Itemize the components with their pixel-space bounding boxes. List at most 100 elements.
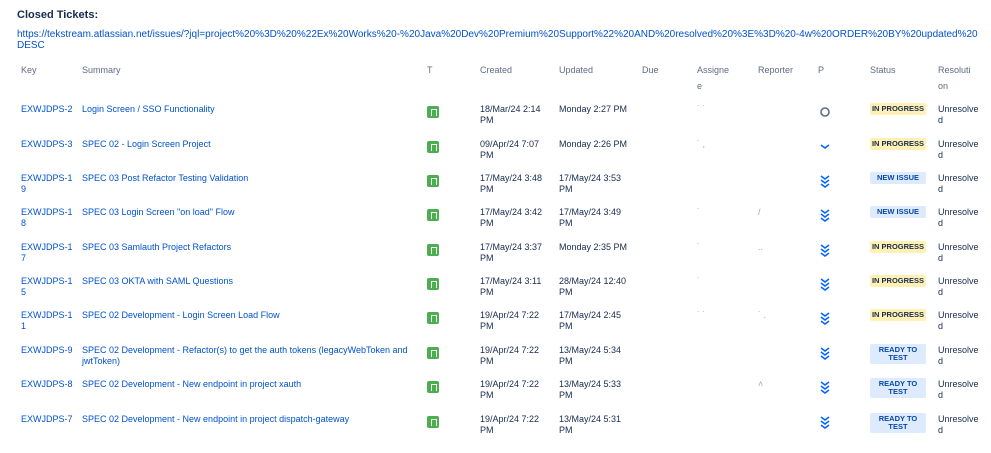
created-date: 17/May/24 3:37 PM: [480, 242, 543, 263]
status-badge: READY TO TEST: [870, 344, 926, 364]
jql-link[interactable]: https://tekstream.atlassian.net/issues/?…: [17, 29, 982, 51]
updated-date: 13/May/24 5:33 PM: [559, 379, 622, 400]
issue-key-link[interactable]: EXWJDPS-8: [21, 379, 76, 390]
assignee: ˙ ,: [697, 139, 705, 149]
issue-key-link[interactable]: EXWJDPS-17: [21, 242, 76, 264]
issue-summary-link[interactable]: SPEC 02 Development - New endpoint in pr…: [82, 414, 417, 425]
story-icon: [427, 244, 439, 256]
status-badge: NEW ISSUE: [870, 172, 926, 184]
story-icon: [427, 175, 439, 187]
priority-lowest-icon: [818, 174, 832, 188]
issue-key-link[interactable]: EXWJDPS-7: [21, 414, 76, 425]
reporter: ˄: [758, 379, 764, 389]
status-badge: IN PROGRESS: [870, 309, 926, 321]
col-status[interactable]: Status: [870, 62, 896, 78]
updated-date: Monday 2:26 PM: [559, 139, 628, 149]
table-row[interactable]: EXWJDPS-9 SPEC 02 Development - Refactor…: [0, 343, 991, 377]
status-badge: READY TO TEST: [870, 413, 926, 433]
status-badge: IN PROGRESS: [870, 103, 926, 115]
story-icon: [427, 209, 439, 221]
updated-date: 17/May/24 3:49 PM: [559, 207, 622, 228]
created-date: 19/Apr/24 7:22 PM: [480, 310, 540, 331]
assignee: ˙: [697, 276, 700, 286]
priority-lowest-icon: [818, 380, 832, 394]
issue-summary-link[interactable]: SPEC 02 Development - Login Screen Load …: [82, 310, 417, 321]
table-row[interactable]: EXWJDPS-19 SPEC 03 Post Refactor Testing…: [0, 171, 991, 205]
created-date: 19/Apr/24 7:22 PM: [480, 379, 540, 400]
assignee: ˙ ˙: [697, 104, 706, 114]
status-badge: READY TO TEST: [870, 378, 926, 398]
assignee: ˙: [697, 242, 700, 252]
issue-summary-link[interactable]: SPEC 03 Post Refactor Testing Validation: [82, 173, 417, 184]
resolution: Unresolved: [938, 173, 979, 194]
updated-date: Monday 2:35 PM: [559, 242, 628, 252]
issue-summary-link[interactable]: SPEC 03 OKTA with SAML Questions: [82, 276, 417, 287]
col-reporter[interactable]: Reporter: [758, 62, 794, 78]
issue-key-link[interactable]: EXWJDPS-19: [21, 173, 76, 195]
created-date: 17/May/24 3:42 PM: [480, 207, 543, 228]
table-row[interactable]: EXWJDPS-18 SPEC 03 Login Screen "on load…: [0, 205, 991, 239]
priority-medium-icon: [818, 105, 832, 119]
table-row[interactable]: EXWJDPS-11 SPEC 02 Development - Login S…: [0, 308, 991, 342]
issue-key-link[interactable]: EXWJDPS-15: [21, 276, 76, 298]
resolution: Unresolved: [938, 345, 979, 366]
resolution: Unresolved: [938, 242, 979, 263]
issue-summary-link[interactable]: SPEC 03 Login Screen "on load" Flow: [82, 207, 417, 218]
resolution: Unresolved: [938, 414, 979, 435]
issue-key-link[interactable]: EXWJDPS-11: [21, 310, 76, 332]
story-icon: [427, 416, 439, 428]
updated-date: 17/May/24 3:53 PM: [559, 173, 622, 194]
col-key[interactable]: Key: [21, 62, 37, 78]
col-priority[interactable]: P: [818, 62, 824, 78]
story-icon: [427, 347, 439, 359]
table-row[interactable]: EXWJDPS-7 SPEC 02 Development - New endp…: [0, 412, 991, 446]
reporter: ..: [758, 242, 764, 252]
updated-date: 13/May/24 5:34 PM: [559, 345, 622, 366]
created-date: 17/May/24 3:48 PM: [480, 173, 543, 194]
priority-lowest-icon: [818, 415, 832, 429]
priority-lowest-icon: [818, 311, 832, 325]
priority-low-icon: [818, 140, 832, 154]
reporter: /: [758, 207, 761, 217]
issue-summary-link[interactable]: SPEC 03 Samlauth Project Refactors: [82, 242, 417, 253]
table-row[interactable]: EXWJDPS-8 SPEC 02 Development - New endp…: [0, 377, 991, 411]
table-row[interactable]: EXWJDPS-3 SPEC 02 - Login Screen Project…: [0, 137, 991, 171]
created-date: 19/Apr/24 7:22 PM: [480, 414, 540, 435]
updated-date: Monday 2:27 PM: [559, 104, 628, 114]
status-badge: IN PROGRESS: [870, 138, 926, 150]
resolution: Unresolved: [938, 207, 979, 228]
col-created[interactable]: Created: [480, 62, 512, 78]
updated-date: 17/May/24 2:45 PM: [559, 310, 622, 331]
col-assignee[interactable]: Assignee: [697, 62, 733, 94]
col-type[interactable]: T: [427, 62, 433, 78]
table-row[interactable]: EXWJDPS-15 SPEC 03 OKTA with SAML Questi…: [0, 274, 991, 308]
status-badge: IN PROGRESS: [870, 241, 926, 253]
updated-date: 13/May/24 5:31 PM: [559, 414, 622, 435]
issue-summary-link[interactable]: SPEC 02 Development - Refactor(s) to get…: [82, 345, 417, 367]
status-badge: NEW ISSUE: [870, 206, 926, 218]
issue-summary-link[interactable]: Login Screen / SSO Functionality: [82, 104, 417, 115]
col-resolution[interactable]: Resolution: [938, 62, 972, 94]
issue-key-link[interactable]: EXWJDPS-3: [21, 139, 76, 150]
priority-lowest-icon: [818, 346, 832, 360]
table-row[interactable]: EXWJDPS-17 SPEC 03 Samlauth Project Refa…: [0, 240, 991, 274]
issue-summary-link[interactable]: SPEC 02 - Login Screen Project: [82, 139, 417, 150]
story-icon: [427, 106, 439, 118]
priority-lowest-icon: [818, 277, 832, 291]
updated-date: 28/May/24 12:40 PM: [559, 276, 627, 297]
col-updated[interactable]: Updated: [559, 62, 593, 78]
col-summary[interactable]: Summary: [82, 62, 121, 78]
resolution: Unresolved: [938, 104, 979, 125]
issue-key-link[interactable]: EXWJDPS-18: [21, 207, 76, 229]
table-row[interactable]: EXWJDPS-2 Login Screen / SSO Functionali…: [0, 102, 991, 136]
assignee: ˙ ˙: [697, 310, 706, 320]
created-date: 17/May/24 3:11 PM: [480, 276, 542, 297]
issue-summary-link[interactable]: SPEC 02 Development - New endpoint in pr…: [82, 379, 417, 390]
assignee: ˙: [697, 207, 700, 217]
col-due[interactable]: Due: [642, 62, 659, 78]
story-icon: [427, 312, 439, 324]
resolution: Unresolved: [938, 310, 979, 331]
issue-key-link[interactable]: EXWJDPS-2: [21, 104, 76, 115]
priority-lowest-icon: [818, 243, 832, 257]
issue-key-link[interactable]: EXWJDPS-9: [21, 345, 76, 356]
